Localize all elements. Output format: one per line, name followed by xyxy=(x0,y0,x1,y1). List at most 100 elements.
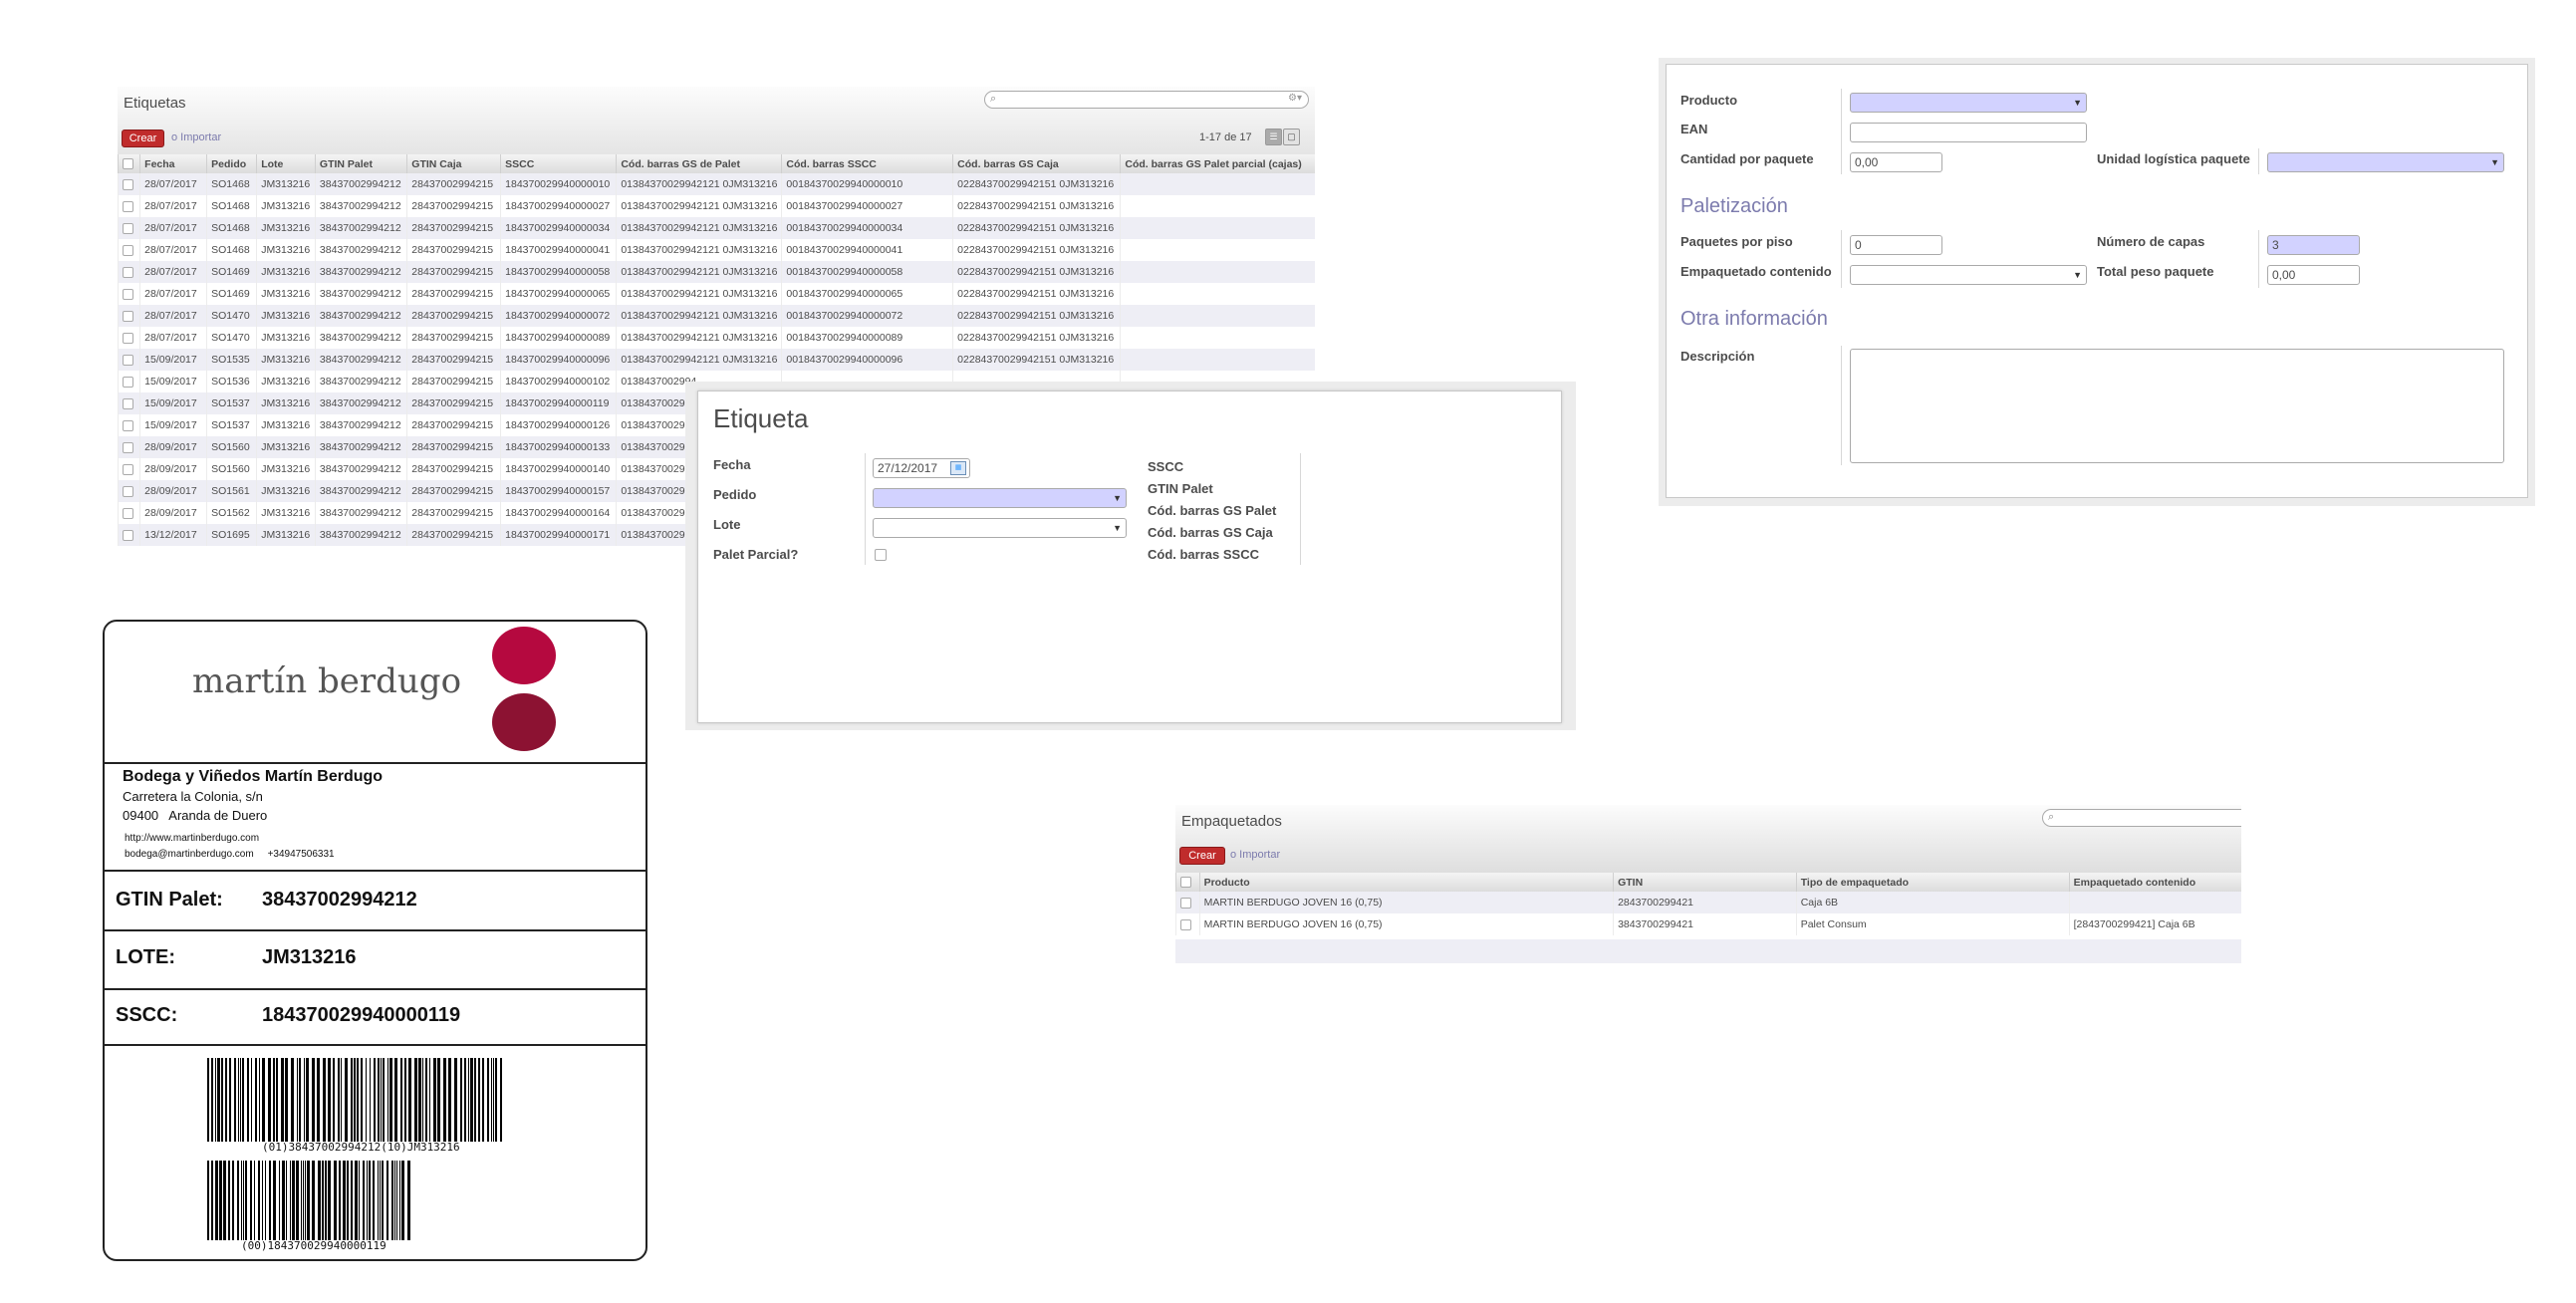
form-view-icon[interactable]: ▢ xyxy=(1283,129,1300,145)
row-checkbox[interactable] xyxy=(123,441,133,453)
row-checkbox[interactable] xyxy=(123,266,133,278)
row-checkbox[interactable] xyxy=(123,354,133,366)
barcode-bar xyxy=(464,1058,466,1142)
fecha-field[interactable]: 27/12/2017 ▦ xyxy=(873,458,970,478)
table-row[interactable]: 28/07/2017 SO1470 JM313216 38437002994212 28… xyxy=(117,327,1315,349)
row-checkbox[interactable] xyxy=(123,485,133,497)
barcode-bar xyxy=(380,1161,381,1240)
column-header[interactable]: Pedido xyxy=(206,154,257,173)
row-checkbox[interactable] xyxy=(123,200,133,212)
barcode-bar xyxy=(357,1058,359,1142)
column-header[interactable]: GTIN xyxy=(1613,873,1797,892)
barcode-bar xyxy=(367,1161,368,1240)
barcode-bar xyxy=(241,1161,242,1240)
row-checkbox[interactable] xyxy=(123,507,133,519)
table-row[interactable]: MARTIN BERDUGO JOVEN 16 (0,75) 3843700299… xyxy=(1175,913,2241,935)
column-header[interactable]: Cód. barras GS Caja xyxy=(952,154,1121,173)
brand-logo-grape-bottom xyxy=(492,693,556,751)
table-cell: 38437002994212 xyxy=(314,458,407,480)
column-header[interactable]: Lote xyxy=(256,154,316,173)
table-cell: 28437002994215 xyxy=(406,305,501,327)
table-cell: 00184370029940000041 xyxy=(781,239,953,261)
row-checkbox[interactable] xyxy=(123,158,133,170)
table-cell: 184370029940000133 xyxy=(500,436,617,458)
row-checkbox[interactable] xyxy=(123,178,133,190)
table-cell xyxy=(2068,892,2241,913)
palet-parcial-checkbox[interactable] xyxy=(875,549,887,561)
paquetes-piso-field[interactable]: 0 xyxy=(1850,235,1942,255)
row-select-cell xyxy=(117,458,140,480)
table-row[interactable]: 28/07/2017 SO1468 JM313216 38437002994212 28… xyxy=(117,239,1315,261)
table-row[interactable]: MARTIN BERDUGO JOVEN 16 (0,75) 2843700299… xyxy=(1175,892,2241,913)
barcode-bar xyxy=(237,1161,239,1240)
divider xyxy=(105,1044,645,1046)
row-checkbox[interactable] xyxy=(123,397,133,409)
table-row[interactable]: 28/07/2017 SO1468 JM313216 38437002994212 28… xyxy=(117,173,1315,195)
barcode-bar xyxy=(338,1058,340,1142)
create-button[interactable]: Crear xyxy=(122,130,164,147)
table-row[interactable]: 15/09/2017 SO1535 JM313216 38437002994212 28… xyxy=(117,349,1315,371)
row-checkbox[interactable] xyxy=(123,376,133,388)
barcode-bar xyxy=(404,1058,406,1142)
import-link[interactable]: o Importar xyxy=(1230,849,1280,861)
row-checkbox[interactable] xyxy=(1180,877,1191,889)
barcode-bar xyxy=(290,1161,291,1240)
barcode-bar xyxy=(240,1058,241,1142)
table-row[interactable]: 28/07/2017 SO1470 JM313216 38437002994212 28… xyxy=(117,305,1315,327)
table-row[interactable]: 28/07/2017 SO1469 JM313216 38437002994212 28… xyxy=(117,261,1315,283)
column-header[interactable]: SSCC xyxy=(500,154,617,173)
row-checkbox[interactable] xyxy=(123,529,133,541)
table-cell: 2843700299421 xyxy=(1613,892,1797,913)
empaquetado-contenido-select[interactable]: ▼ xyxy=(1850,265,2087,285)
table-cell: SO1560 xyxy=(206,458,257,480)
column-header[interactable]: Empaquetado contenido xyxy=(2068,873,2241,892)
search-options-icon[interactable]: ⚙▾ xyxy=(1288,93,1302,104)
row-select-cell xyxy=(117,327,140,349)
numero-capas-field[interactable]: 3 xyxy=(2267,235,2360,255)
producto-select[interactable]: ▼ xyxy=(1850,93,2087,113)
table-cell: 184370029940000072 xyxy=(500,305,617,327)
row-checkbox[interactable] xyxy=(123,222,133,234)
column-header[interactable]: GTIN Palet xyxy=(314,154,407,173)
row-checkbox[interactable] xyxy=(1180,897,1191,909)
row-checkbox[interactable] xyxy=(123,419,133,431)
total-peso-field[interactable]: 0,00 xyxy=(2267,265,2360,285)
row-checkbox[interactable] xyxy=(123,244,133,256)
search-input[interactable]: ⌕ ⚙▾ xyxy=(984,91,1309,109)
column-header[interactable]: Cód. barras GS de Palet xyxy=(616,154,782,173)
column-header[interactable]: Producto xyxy=(1198,873,1614,892)
row-checkbox[interactable] xyxy=(1180,918,1191,930)
descripcion-textarea[interactable] xyxy=(1850,349,2504,463)
cantidad-field[interactable]: 0,00 xyxy=(1850,152,1942,172)
table-row[interactable]: 28/07/2017 SO1468 JM313216 38437002994212 28… xyxy=(117,195,1315,217)
column-header[interactable]: Tipo de empaquetado xyxy=(1795,873,2070,892)
column-header[interactable]: Cód. barras GS Palet parcial (cajas) xyxy=(1120,154,1315,173)
barcode-bar xyxy=(312,1058,315,1142)
calendar-icon[interactable]: ▦ xyxy=(950,461,966,475)
row-checkbox[interactable] xyxy=(123,310,133,322)
column-header[interactable]: Fecha xyxy=(139,154,207,173)
table-row[interactable]: 28/07/2017 SO1468 JM313216 38437002994212 28… xyxy=(117,217,1315,239)
pedido-select[interactable]: ▼ xyxy=(873,488,1127,508)
search-input[interactable]: ⌕ xyxy=(2042,809,2241,827)
list-view-icon[interactable]: ☰ xyxy=(1265,129,1282,145)
barcode-bar xyxy=(251,1058,252,1142)
create-button[interactable]: Crear xyxy=(1179,847,1225,865)
barcode-bar xyxy=(383,1058,385,1142)
unidad-logistica-select[interactable]: ▼ xyxy=(2267,152,2504,172)
barcode-bar xyxy=(407,1161,410,1240)
column-header[interactable]: Cód. barras SSCC xyxy=(781,154,953,173)
table-cell xyxy=(1120,305,1315,327)
import-link[interactable]: o Importar xyxy=(171,131,221,143)
row-checkbox[interactable] xyxy=(123,463,133,475)
column-header[interactable]: GTIN Caja xyxy=(406,154,501,173)
table-row[interactable]: 28/07/2017 SO1469 JM313216 38437002994212 28… xyxy=(117,283,1315,305)
lote-select[interactable]: ▼ xyxy=(873,518,1127,538)
row-checkbox[interactable] xyxy=(123,332,133,344)
barcode-bar xyxy=(322,1161,324,1240)
ean-field[interactable] xyxy=(1850,123,2087,142)
row-checkbox[interactable] xyxy=(123,288,133,300)
page-title: Etiquetas xyxy=(124,95,186,112)
barcode-bar xyxy=(262,1058,265,1142)
barcode-bar xyxy=(207,1058,209,1142)
